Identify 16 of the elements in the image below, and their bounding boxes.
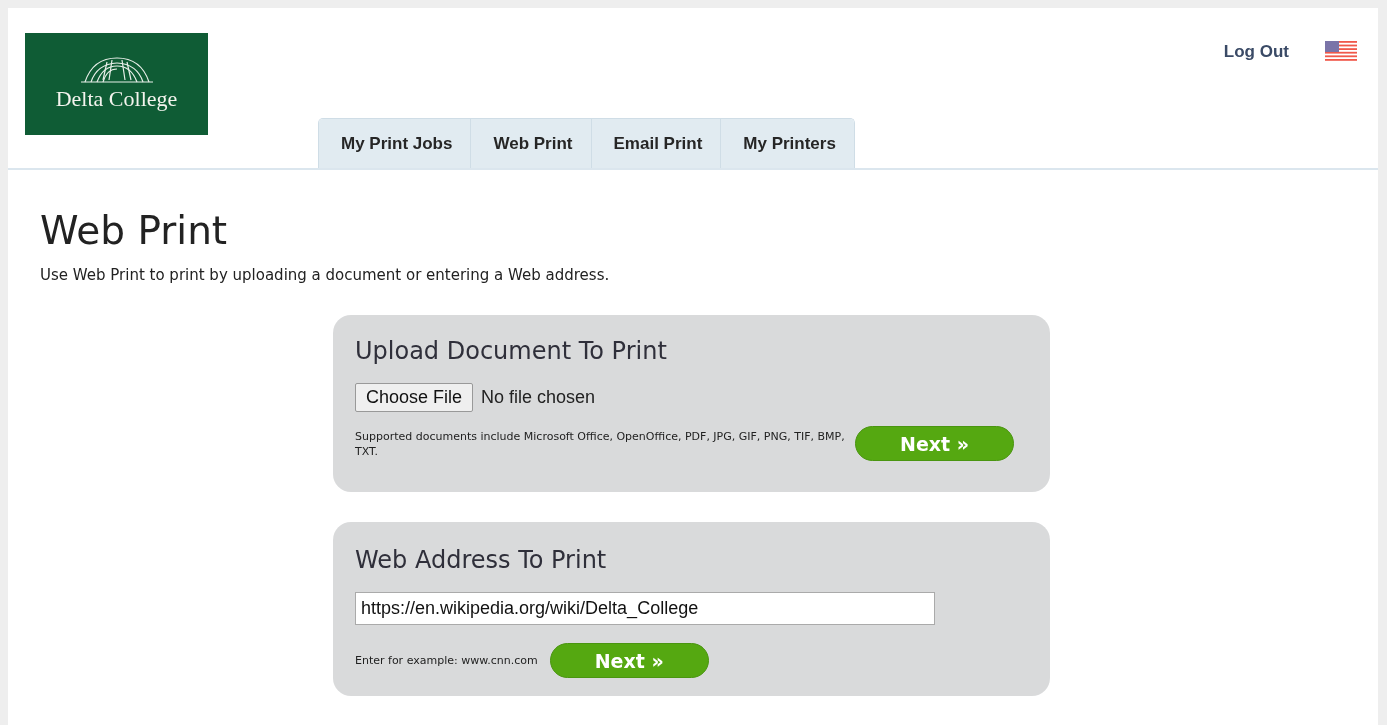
logout-link[interactable]: Log Out: [1223, 41, 1289, 63]
url-field[interactable]: https://en.wikipedia.org/wiki/Delta_College: [355, 592, 935, 625]
page-title: Web Print: [40, 208, 229, 254]
example-note: Enter for example: www.cnn.com: [355, 653, 538, 668]
nav-tab[interactable]: Web Print: [471, 119, 592, 168]
panel-title: Web Address To Print: [355, 545, 608, 576]
panel-title: Upload Document To Print: [355, 336, 668, 367]
logo-text: Delta College: [55, 86, 178, 112]
choose-file-button[interactable]: Choose File: [355, 383, 474, 412]
nav-tab[interactable]: Email Print: [591, 119, 722, 168]
file-status: No file chosen: [481, 387, 596, 408]
nav-tab[interactable]: My Printers: [721, 119, 854, 168]
flag-icon[interactable]: [1325, 41, 1357, 63]
nav-tab[interactable]: My Print Jobs: [319, 119, 472, 168]
supported-note: Supported documents include Microsoft Office, OpenOffice, PDF, JPG, GIF, PNG, TIF, BMP, TXT.: [355, 428, 845, 459]
page-description: Use Web Print to print by uploading a document or entering a Web address.: [40, 266, 611, 284]
